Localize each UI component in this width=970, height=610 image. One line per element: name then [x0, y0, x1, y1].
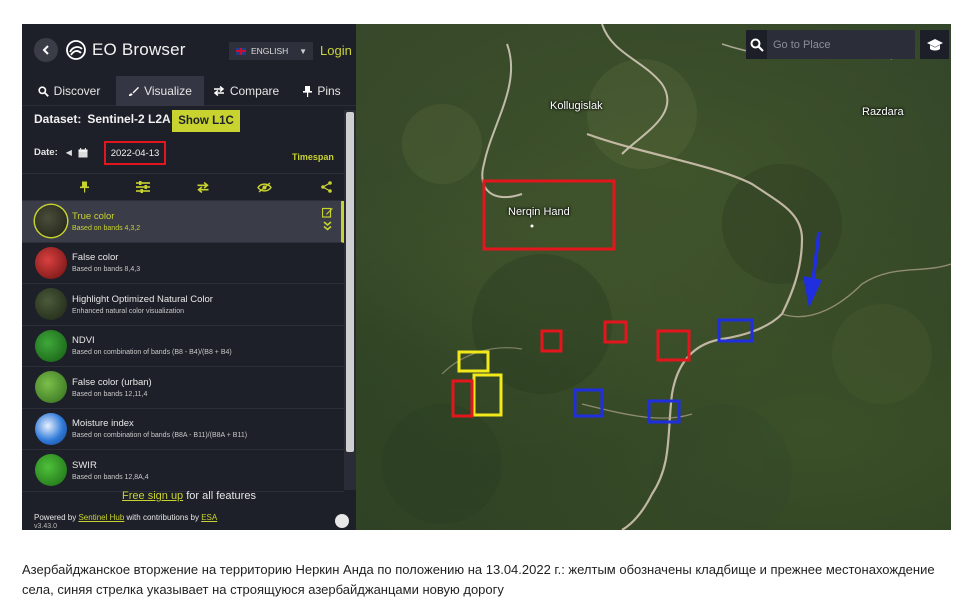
layer-item-highlight-optimized[interactable]: Highlight Optimized Natural Color Enhanc… [22, 284, 344, 326]
show-l1c-button[interactable]: Show L1C [172, 110, 240, 132]
chevrons-down-icon[interactable] [323, 221, 332, 231]
signup-prompt: Free sign up for all features [22, 490, 356, 502]
layer-toolbar [22, 173, 344, 201]
layer-item-moisture-index[interactable]: Moisture index Based on combination of b… [22, 409, 344, 450]
sentinel-hub-link[interactable]: Sentinel Hub [78, 513, 124, 522]
sliders-icon[interactable] [135, 180, 151, 194]
layer-desc: Based on bands 12,8A,4 [72, 473, 149, 481]
app-title: EO Browser [92, 40, 186, 59]
layer-item-false-color[interactable]: False color Based on bands 8,4,3 [22, 243, 344, 284]
layer-name: False color [72, 252, 119, 264]
date-label: Date: [34, 147, 58, 158]
place-label-kollugislak: Kollugislak [550, 100, 603, 112]
eo-browser-logo: EO Browser [66, 40, 186, 60]
date-input[interactable]: 2022-04-13 [104, 141, 166, 165]
layer-desc: Based on combination of bands (B8 - B4)/… [72, 349, 232, 357]
layer-name: False color (urban) [72, 376, 152, 388]
education-mode-button[interactable] [920, 30, 949, 59]
layer-desc: Based on bands 8,4,3 [72, 266, 141, 274]
layer-desc: Based on combination of bands (B8A - B11… [72, 432, 248, 440]
place-label-nerqin-hand: Nerqin Hand [508, 206, 570, 218]
scrollbar-thumb[interactable] [346, 112, 354, 452]
tab-visualize-label: Visualize [144, 84, 192, 98]
uk-flag-icon [236, 47, 246, 55]
panel-tabs: Discover Visualize Compare Pins [22, 76, 356, 106]
pin-icon[interactable] [76, 180, 92, 194]
search-icon [38, 85, 49, 97]
back-button[interactable] [34, 38, 58, 62]
chevron-left-icon [42, 45, 49, 55]
layer-list: True color Based on bands 4,3,2 False co… [22, 201, 344, 492]
dataset-label: Dataset: [34, 112, 82, 126]
layer-name: SWIR [72, 459, 97, 471]
free-signup-link[interactable]: Free sign up [122, 490, 183, 502]
share-icon[interactable] [318, 180, 334, 194]
graduation-cap-icon [926, 38, 943, 50]
search-icon[interactable] [746, 30, 767, 59]
layer-item-ndvi[interactable]: NDVI Based on combination of bands (B8 -… [22, 326, 344, 367]
layer-item-swir[interactable]: SWIR Based on bands 12,8A,4 [22, 450, 344, 492]
layer-actions [322, 207, 333, 231]
layer-item-false-color-urban[interactable]: False color (urban) Based on bands 12,11… [22, 367, 344, 409]
page: Kollugislak Razdara Nerqin Hand EO Brows… [0, 0, 970, 610]
powered-prefix: Powered by [34, 513, 79, 522]
language-select[interactable]: ENGLISH ▼ [229, 42, 313, 60]
caption: Азербайджанское вторжение на территорию … [22, 562, 935, 597]
dataset-row: Dataset: Sentinel-2 L2A [34, 112, 171, 126]
layer-thumbnail [35, 205, 67, 238]
layer-thumbnail [35, 412, 67, 445]
search-box [746, 30, 915, 59]
layer-thumbnail [35, 454, 67, 487]
version-label: v3.43.0 [34, 523, 57, 530]
calendar-icon[interactable] [78, 147, 88, 158]
contrib-text: with contributions by [124, 513, 202, 522]
blue-box-3 [647, 399, 681, 424]
panel-scrollbar[interactable] [344, 110, 356, 490]
layer-thumbnail [35, 288, 67, 321]
dataset-value: Sentinel-2 L2A [87, 112, 171, 126]
layer-thumbnail [35, 371, 67, 404]
layer-desc: Enhanced natural color visualization [72, 307, 185, 315]
search-input[interactable] [767, 30, 915, 59]
layer-name: Moisture index [72, 418, 134, 430]
layer-name: Highlight Optimized Natural Color [72, 293, 213, 305]
layer-name: True color [72, 210, 115, 222]
tab-visualize[interactable]: Visualize [116, 76, 204, 106]
tab-discover-label: Discover [53, 84, 101, 98]
brush-icon [129, 86, 140, 96]
tab-pins[interactable]: Pins [288, 76, 356, 106]
eo-browser-panel: EO Browser ENGLISH ▼ Login Discover Visu… [22, 24, 356, 530]
eo-logo-icon [66, 40, 86, 60]
layer-desc: Based on bands 4,3,2 [72, 224, 141, 232]
tab-compare[interactable]: Compare [204, 76, 288, 106]
pin-icon [303, 85, 313, 97]
layer-desc: Based on bands 12,11,4 [72, 390, 148, 398]
chevron-down-icon: ▼ [299, 46, 307, 56]
layer-item-true-color[interactable]: True color Based on bands 4,3,2 [22, 201, 344, 243]
layer-name: NDVI [72, 335, 95, 347]
yellow-box-2 [472, 373, 503, 417]
layer-thumbnail [35, 246, 67, 279]
tab-pins-label: Pins [317, 84, 341, 98]
layer-thumbnail [35, 329, 67, 362]
edit-icon[interactable] [322, 207, 333, 218]
tab-discover[interactable]: Discover [22, 76, 116, 106]
swap-icon[interactable] [195, 180, 211, 194]
signup-text: for all features [183, 490, 256, 502]
timespan-link[interactable]: Timespan [292, 152, 334, 162]
login-link[interactable]: Login [320, 43, 352, 58]
compare-icon [213, 86, 224, 96]
language-value: ENGLISH [251, 46, 289, 56]
place-label-razdara: Razdara [862, 106, 904, 118]
tab-compare-label: Compare [229, 84, 280, 98]
satellite-map[interactable]: Kollugislak Razdara Nerqin Hand EO Brows… [22, 24, 951, 530]
red-box-4 [656, 329, 691, 362]
powered-by: Powered by Sentinel Hub with contributio… [34, 513, 217, 522]
previous-date-icon[interactable]: ◀ [66, 148, 72, 157]
esa-logo-icon [335, 514, 349, 528]
eye-off-icon[interactable] [256, 180, 272, 194]
date-row: Date: ◀ [34, 147, 88, 158]
esa-link[interactable]: ESA [201, 513, 217, 522]
blue-box-2 [573, 388, 604, 418]
